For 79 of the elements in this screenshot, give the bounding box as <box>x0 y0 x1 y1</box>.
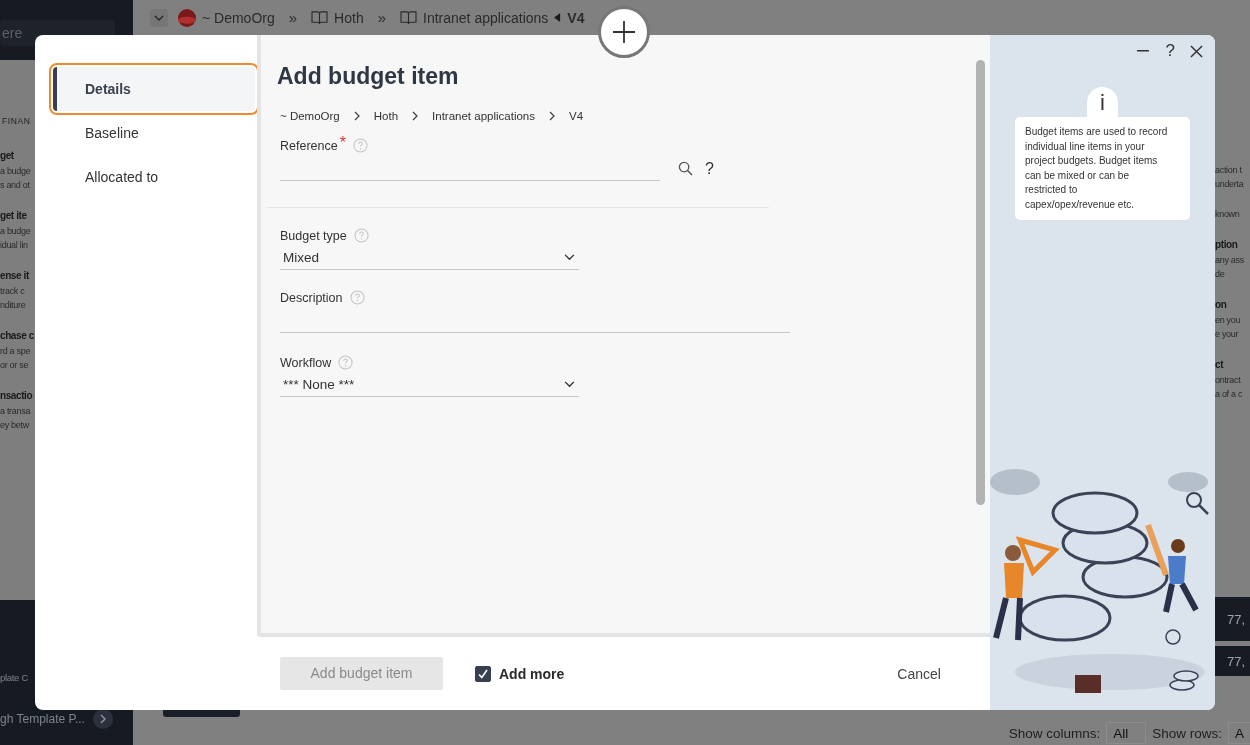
minimize-icon[interactable] <box>1134 49 1151 53</box>
chevron-right-icon <box>412 111 419 121</box>
breadcrumb-link[interactable]: Hoth <box>373 110 399 122</box>
item-description: ontract <box>1215 374 1242 387</box>
cancel-button[interactable]: Cancel <box>897 665 941 682</box>
show-columns-label: Show columns: <box>1008 725 1101 741</box>
show-rows-label: Show rows: <box>1152 725 1222 741</box>
help-button[interactable]: ? <box>1165 41 1175 61</box>
chevron-right-icon <box>549 111 555 121</box>
org-avatar-icon <box>178 8 196 27</box>
chevron-down-icon <box>564 254 575 261</box>
nav-tab[interactable]: Allocated to <box>53 155 255 199</box>
item-description: a of a c <box>1215 388 1244 401</box>
item-description: track c <box>0 285 26 298</box>
item-title: chase c <box>0 329 34 343</box>
table-row: 77, <box>1215 597 1250 641</box>
select-field[interactable]: *** None *** <box>280 373 579 397</box>
item-description: en you <box>1215 314 1242 327</box>
breadcrumb-link[interactable]: V4 <box>567 9 585 26</box>
breadcrumb-separator: » <box>288 9 298 26</box>
breadcrumb-link[interactable]: ~ DemoOrg <box>202 9 275 26</box>
show-columns-select[interactable]: All <box>1106 722 1147 744</box>
close-icon[interactable] <box>1190 44 1203 58</box>
chevron-down-icon <box>564 381 575 388</box>
table-row: 77, <box>1215 646 1250 676</box>
item-description: a budge <box>0 225 32 238</box>
breadcrumb-link[interactable]: ~ DemoOrg <box>280 110 340 122</box>
nav-tab[interactable]: Baseline <box>53 111 255 155</box>
add-more-label[interactable]: Add more <box>499 665 565 682</box>
checkbox[interactable] <box>475 665 491 682</box>
item-description: de <box>1215 268 1226 281</box>
search-icon[interactable] <box>678 161 693 176</box>
item-title: on <box>1215 298 1228 312</box>
field-label: Budget type <box>280 228 347 243</box>
item-description: rd a spe <box>0 345 32 358</box>
item-description: known <box>1215 208 1241 221</box>
item-description: any ass <box>1215 254 1245 267</box>
item-title: ption <box>1215 238 1239 252</box>
dialog-title: Add budget item <box>277 63 460 90</box>
sidebar-item[interactable]: gh Template P... <box>0 712 85 726</box>
item-description: nditure <box>0 299 27 312</box>
scrollbar[interactable] <box>976 60 985 505</box>
breadcrumb-separator: » <box>377 9 386 26</box>
book-icon <box>400 10 417 25</box>
breadcrumb-link[interactable]: Intranet applications <box>423 9 549 26</box>
item-title: get <box>0 149 15 163</box>
item-description: action t <box>1215 164 1243 177</box>
book-icon <box>311 10 329 25</box>
item-title: ense it <box>0 269 31 283</box>
item-description: underta <box>1215 178 1245 191</box>
select-field[interactable]: Mixed <box>280 246 579 270</box>
show-rows-select[interactable]: A <box>1228 722 1250 744</box>
breadcrumb-link[interactable]: Intranet applications <box>432 110 535 122</box>
item-description: s and ot <box>0 179 31 192</box>
caret-left-icon[interactable] <box>554 13 562 22</box>
help-button[interactable]: ? <box>705 159 714 178</box>
add-button[interactable] <box>598 6 650 58</box>
info-badge: i <box>1087 87 1118 117</box>
item-description: a budge <box>0 165 32 178</box>
plus-icon <box>612 20 636 44</box>
breadcrumb-link[interactable]: Hoth <box>334 9 364 26</box>
item-title: get ite <box>0 209 28 223</box>
item-description: ey betw <box>0 419 30 432</box>
chevron-down-icon[interactable] <box>150 8 168 27</box>
breadcrumb-link[interactable]: V4 <box>569 110 584 122</box>
item-description: e your <box>1215 328 1240 341</box>
field-label: Description <box>280 290 343 305</box>
info-text: Budget items are used to record individual line items in your project budgets. Budget items can be mixed or can be restricted to capex/opex/revenue etc. <box>1015 117 1190 220</box>
item-description: idual lin <box>0 239 29 252</box>
section-heading: FINAN <box>1 116 32 126</box>
item-description: a transa <box>0 405 32 418</box>
field-label: Reference <box>280 138 338 153</box>
item-description: or or se <box>0 359 30 372</box>
item-title: nsactio <box>0 389 34 403</box>
required-mark: * <box>339 133 346 152</box>
chevron-right-icon <box>353 111 360 121</box>
chevron-right-icon[interactable] <box>92 709 113 729</box>
item-title: ct <box>1215 358 1225 372</box>
field-label: Workflow <box>280 355 332 370</box>
